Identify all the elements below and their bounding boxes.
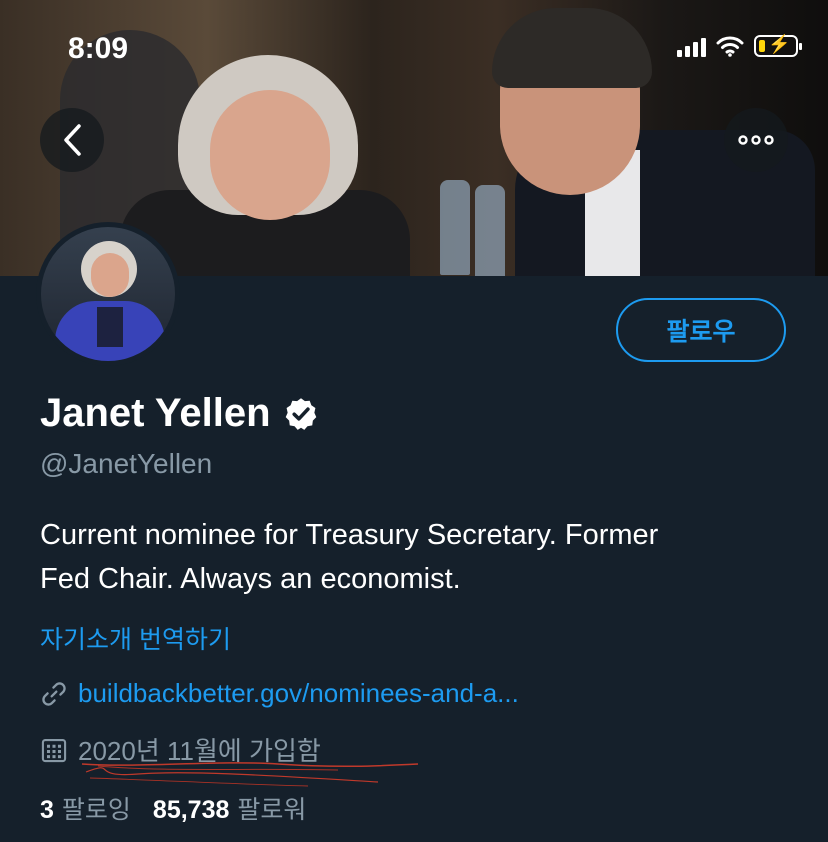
followers-label[interactable]: 팔로워 bbox=[237, 790, 306, 826]
battery-charging-icon: ⚡ bbox=[754, 34, 802, 57]
followers-count[interactable]: 85,738 bbox=[153, 796, 229, 825]
wifi-icon bbox=[716, 36, 744, 57]
link-icon bbox=[42, 681, 66, 706]
following-label[interactable]: 팔로잉 bbox=[62, 790, 131, 826]
banner-water-bottle bbox=[440, 180, 470, 275]
avatar-image bbox=[41, 227, 175, 361]
more-options-button[interactable] bbox=[724, 108, 788, 172]
follow-counts: 3 팔로잉 85,738 팔로워 bbox=[40, 790, 328, 826]
cellular-signal-icon bbox=[677, 35, 706, 57]
back-button[interactable] bbox=[40, 108, 104, 172]
calendar-icon bbox=[41, 738, 67, 762]
follow-button[interactable]: 팔로우 bbox=[616, 298, 786, 362]
red-scribble-annotation bbox=[81, 762, 419, 787]
website-link[interactable]: buildbackbetter.gov/nominees-and-a... bbox=[78, 678, 519, 709]
profile-avatar[interactable] bbox=[36, 222, 180, 366]
profile-bio: Current nominee for Treasury Secretary. … bbox=[40, 513, 800, 601]
banner-water-bottle bbox=[475, 185, 505, 276]
status-icons: ⚡ bbox=[677, 34, 802, 57]
profile-name-row: Janet Yellen bbox=[40, 391, 319, 436]
status-time: 8:09 bbox=[68, 32, 129, 65]
bio-line: Current nominee for Treasury Secretary. … bbox=[40, 519, 659, 551]
translate-bio-link[interactable]: 자기소개 번역하기 bbox=[40, 620, 231, 656]
following-count[interactable]: 3 bbox=[40, 796, 54, 825]
profile-handle: @JanetYellen bbox=[40, 448, 213, 479]
more-horizontal-icon bbox=[738, 135, 774, 145]
verified-badge-icon bbox=[285, 397, 316, 430]
bio-line: Fed Chair. Always an economist. bbox=[40, 563, 461, 595]
profile-name: Janet Yellen bbox=[40, 391, 271, 435]
banner-man-hair bbox=[492, 8, 652, 88]
chevron-left-icon bbox=[64, 124, 81, 156]
banner-woman-face bbox=[210, 90, 330, 220]
website-row: buildbackbetter.gov/nominees-and-a... bbox=[40, 678, 519, 709]
